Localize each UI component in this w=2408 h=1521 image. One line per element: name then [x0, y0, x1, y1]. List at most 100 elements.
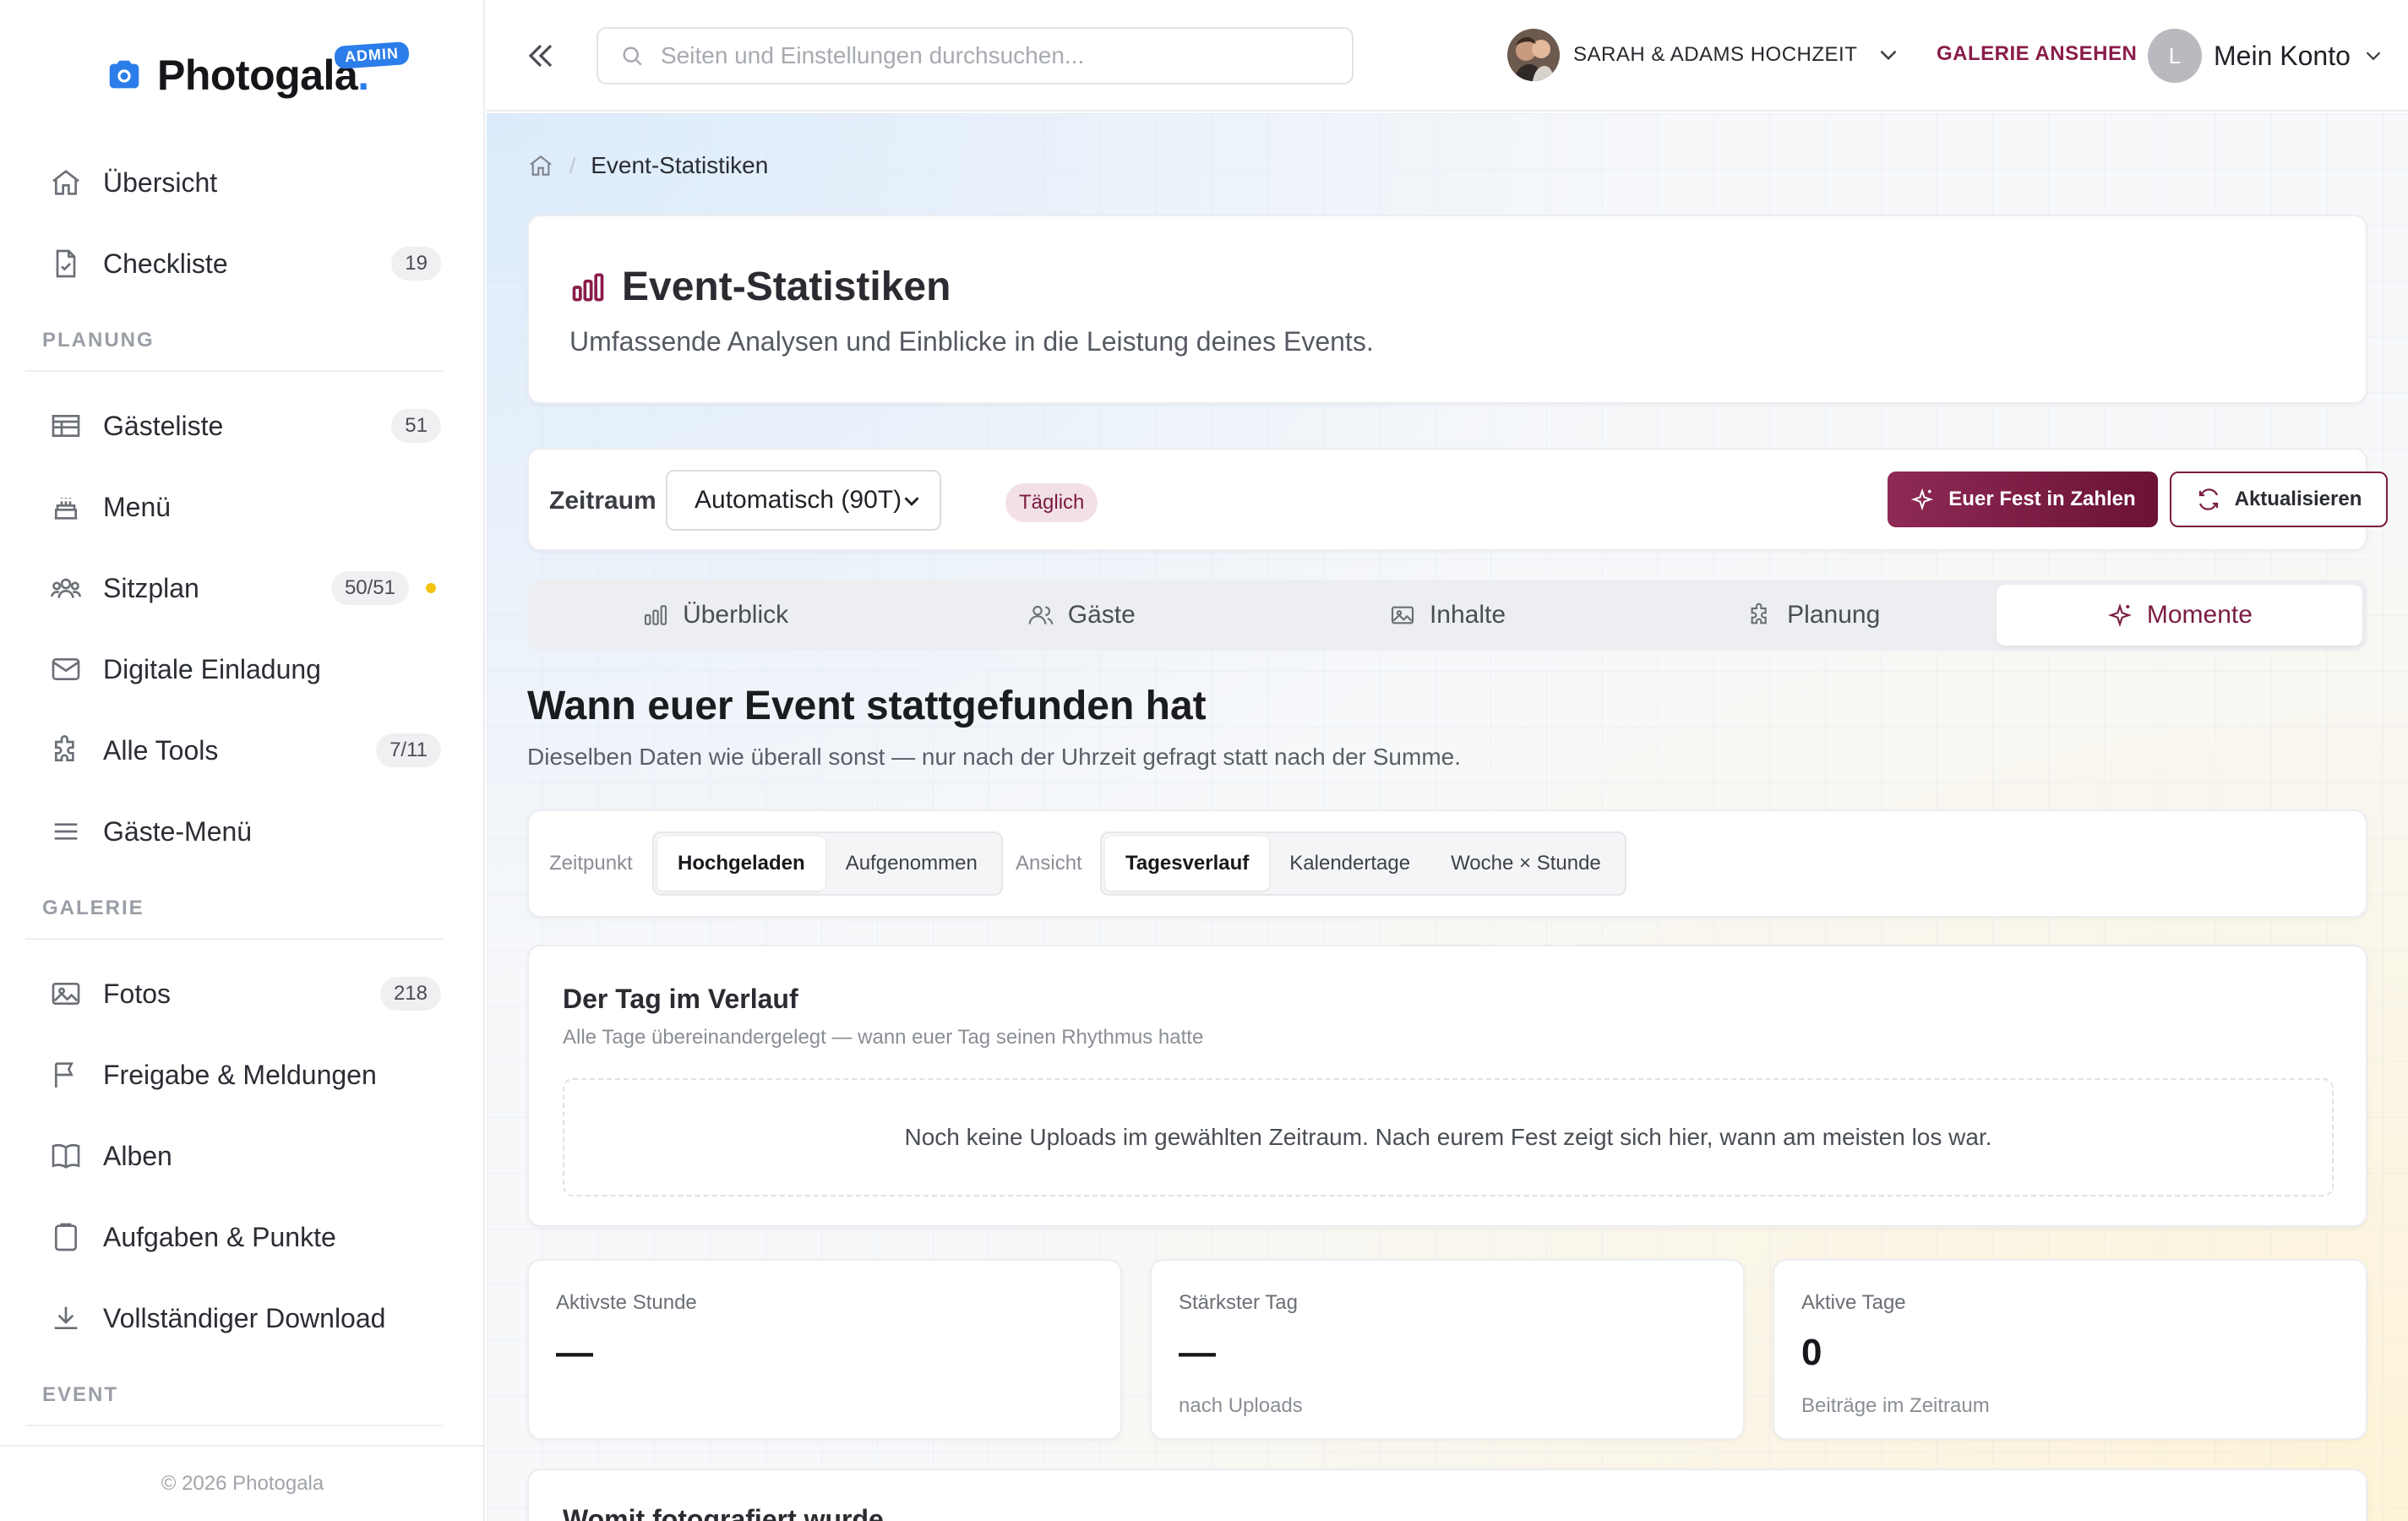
view-options: Zeitpunkt Hochgeladen Aufgenommen Ansich…	[527, 810, 2367, 918]
sparkle-icon	[2107, 602, 2132, 628]
sidebar-item-alle-tools[interactable]: Alle Tools 7/11	[25, 710, 448, 791]
count-badge: 19	[391, 247, 441, 281]
sidebar-item-freigabe[interactable]: Freigabe & Meldungen	[25, 1034, 448, 1115]
sidebar-item-label: Alben	[103, 1140, 172, 1171]
stat-value: —	[1179, 1332, 1216, 1373]
stat-value: 0	[1801, 1332, 1822, 1373]
menu-icon	[54, 823, 78, 840]
section-heading-event: EVENT	[25, 1366, 443, 1426]
avatar: L	[2148, 29, 2202, 83]
clipboard-icon	[55, 1223, 77, 1251]
view-gallery-link[interactable]: GALERIE ANSEHEN	[1937, 42, 2137, 66]
table-icon	[52, 415, 80, 437]
bar-chart-icon	[572, 273, 604, 301]
card-subtitle: Alle Tage übereinandergelegt — wann euer…	[563, 1026, 1204, 1049]
option-tagesverlauf[interactable]: Tagesverlauf	[1105, 837, 1270, 891]
page-header-card: Event-Statistiken Umfassende Analysen un…	[527, 215, 2367, 404]
section-title: Wann euer Event stattgefunden hat	[527, 684, 1207, 728]
sidebar-item-label: Vollständiger Download	[103, 1302, 386, 1333]
period-select[interactable]: Automatisch (90T)	[666, 470, 941, 531]
tab-label: Planung	[1787, 601, 1881, 629]
event-name: SARAH & ADAMS HOCHZEIT	[1573, 43, 1858, 66]
option-woche-stunde[interactable]: Woche × Stunde	[1430, 837, 1621, 891]
count-badge: 51	[391, 409, 441, 443]
main-content: / Event-Statistiken Event-Statistiken Um…	[487, 113, 2408, 1521]
tab-ueberblick[interactable]: Überblick	[532, 585, 898, 646]
period-select-value: Automatisch (90T)	[695, 486, 902, 514]
checklist-icon	[56, 249, 76, 278]
option-aufgenommen[interactable]: Aufgenommen	[825, 837, 998, 891]
camera-icon	[109, 60, 139, 89]
ansicht-toggle: Tagesverlauf Kalendertage Woche × Stunde	[1100, 831, 1626, 896]
sidebar-item-alben[interactable]: Alben	[25, 1115, 448, 1197]
empty-state: Noch keine Uploads im gewählten Zeitraum…	[563, 1078, 2334, 1197]
stat-card-aktivste-stunde: Aktivste Stunde —	[527, 1259, 1122, 1440]
sidebar-item-digitale-einladung[interactable]: Digitale Einladung	[25, 629, 448, 710]
sidebar-item-download[interactable]: Vollständiger Download	[25, 1278, 448, 1359]
tab-label: Inhalte	[1429, 601, 1506, 629]
tab-inhalte[interactable]: Inhalte	[1264, 585, 1630, 646]
option-kalendertage[interactable]: Kalendertage	[1269, 837, 1430, 891]
search-input[interactable]	[661, 42, 1320, 69]
sidebar-item-label: Sitzplan	[103, 572, 199, 603]
tab-momente[interactable]: Momente	[1996, 585, 2363, 646]
cake-icon	[54, 498, 78, 520]
camera-section-card: Womit fotografiert wurde	[527, 1469, 2367, 1521]
account-menu[interactable]: L Mein Konto	[2148, 29, 2386, 83]
refresh-button[interactable]: Aktualisieren	[2170, 472, 2388, 527]
breadcrumb-current: Event-Statistiken	[591, 152, 769, 178]
home-icon[interactable]	[527, 152, 554, 179]
sidebar-item-gaeste-menue[interactable]: Gäste-Menü	[25, 791, 448, 872]
page-title: Event-Statistiken	[569, 264, 951, 310]
section-heading-galerie: GALERIE	[25, 879, 443, 940]
puzzle-icon	[1751, 602, 1767, 624]
sidebar-item-sitzplan[interactable]: Sitzplan 50/51	[25, 548, 448, 629]
stat-label: Aktive Tage	[1801, 1291, 1906, 1314]
sidebar-item-fotos[interactable]: Fotos 218	[25, 953, 448, 1034]
tab-planung[interactable]: Planung	[1631, 585, 1997, 646]
tab-gaeste[interactable]: Gäste	[898, 585, 1264, 646]
sidebar-item-label: Digitale Einladung	[103, 653, 321, 684]
section-heading-planung: PLANUNG	[25, 311, 443, 372]
sidebar-nav: Übersicht Checkliste 19 PLANUNG Gästelis…	[25, 142, 448, 1440]
option-hochgeladen[interactable]: Hochgeladen	[657, 837, 825, 891]
card-title: Womit fotografiert wurde	[563, 1504, 884, 1521]
sidebar-item-checkliste[interactable]: Checkliste 19	[25, 223, 448, 304]
sidebar-item-label: Menü	[103, 491, 172, 522]
sidebar-item-label: Aufgaben & Punkte	[103, 1221, 336, 1252]
collapse-sidebar-icon[interactable]	[520, 35, 561, 76]
sidebar: Photogala. ADMIN Übersicht Checkliste 19…	[0, 0, 485, 1521]
sidebar-item-label: Freigabe & Meldungen	[103, 1059, 377, 1090]
count-badge: 7/11	[376, 733, 441, 767]
event-in-numbers-label: Euer Fest in Zahlen	[1948, 488, 2136, 510]
chevron-down-icon	[904, 497, 919, 506]
image-icon	[1391, 606, 1414, 624]
sidebar-footer: © 2026 Photogala	[0, 1445, 485, 1521]
stat-label: Stärkster Tag	[1179, 1291, 1298, 1314]
section-subtitle: Dieselben Daten wie überall sonst — nur …	[527, 744, 1462, 770]
sparkle-icon	[1911, 488, 1934, 511]
event-in-numbers-button[interactable]: Euer Fest in Zahlen	[1888, 472, 2158, 527]
sidebar-item-uebersicht[interactable]: Übersicht	[25, 142, 448, 223]
status-dot	[426, 583, 436, 593]
sidebar-item-label: Checkliste	[103, 248, 228, 279]
event-avatar	[1507, 29, 1560, 81]
puzzle-icon	[55, 735, 74, 761]
sidebar-item-label: Übersicht	[103, 166, 218, 198]
flag-icon	[55, 1062, 74, 1088]
brand-logo[interactable]: Photogala.	[105, 51, 369, 100]
count-badge: 218	[379, 977, 441, 1011]
zeitpunkt-label: Zeitpunkt	[549, 852, 633, 875]
book-icon	[52, 1143, 80, 1169]
image-icon	[52, 983, 80, 1005]
event-switcher[interactable]: SARAH & ADAMS HOCHZEIT	[1507, 29, 1903, 81]
sidebar-item-menue[interactable]: Menü	[25, 466, 448, 548]
breadcrumb-separator: /	[569, 152, 576, 178]
sidebar-item-label: Gäste-Menü	[103, 815, 253, 847]
sidebar-item-label: Gästeliste	[103, 410, 224, 441]
sidebar-item-gaesteliste[interactable]: Gästeliste 51	[25, 385, 448, 466]
period-label: Zeitraum	[549, 487, 656, 515]
sidebar-item-aufgaben[interactable]: Aufgaben & Punkte	[25, 1197, 448, 1278]
search-box[interactable]	[597, 27, 1354, 84]
download-icon	[54, 1306, 78, 1329]
